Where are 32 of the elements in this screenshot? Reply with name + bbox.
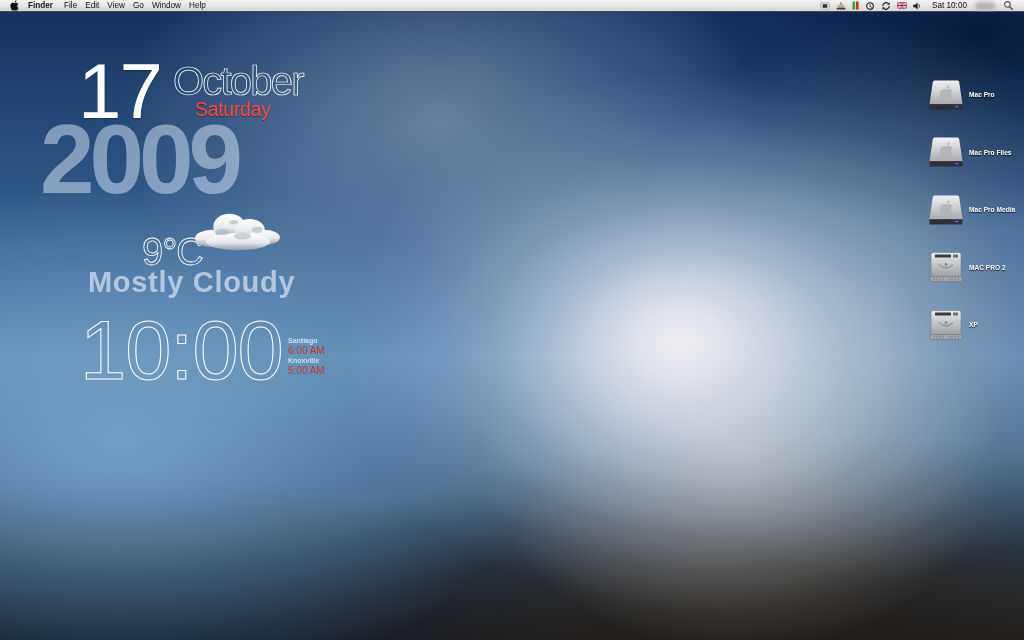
hard-drive-icon[interactable] xyxy=(929,309,963,340)
menu-item[interactable]: Help xyxy=(185,0,210,11)
drive-icon[interactable] xyxy=(929,194,963,225)
month-text: October xyxy=(173,65,303,97)
app-menu[interactable]: Finder xyxy=(24,0,58,11)
bar-meter-icon[interactable] xyxy=(851,1,859,10)
city-time: 6:00 AM xyxy=(288,345,325,356)
city-time: 5:00 AM xyxy=(288,365,325,376)
menu-clock[interactable]: Sat 10:00 xyxy=(925,0,967,11)
apple-icon[interactable] xyxy=(10,0,19,11)
search-icon[interactable] xyxy=(1004,1,1013,10)
menu-item[interactable]: View xyxy=(103,0,129,11)
temperature-text: 9°C xyxy=(142,238,203,267)
dome-icon[interactable] xyxy=(835,1,846,10)
screen-icon[interactable] xyxy=(819,1,830,10)
hard-drive-icon[interactable] xyxy=(929,252,963,282)
sync-icon[interactable] xyxy=(880,1,891,10)
flag-icon[interactable] xyxy=(896,2,907,9)
year-text: 2009 xyxy=(40,123,238,197)
day-number: 17 xyxy=(78,62,161,121)
clock-time: 10:00 xyxy=(80,309,283,392)
drive-icon[interactable] xyxy=(929,79,963,110)
menu-item[interactable]: Window xyxy=(147,0,185,11)
blurred-block xyxy=(975,1,995,10)
menu-item[interactable]: File xyxy=(60,0,82,11)
clock-icon[interactable] xyxy=(864,1,875,10)
drive-icon[interactable] xyxy=(929,137,963,167)
weekday-text: Saturday xyxy=(195,100,271,120)
menu-item[interactable]: Go xyxy=(128,0,148,11)
weather-condition-text: Mostly Cloudy xyxy=(88,269,296,296)
speaker-icon[interactable] xyxy=(912,1,920,10)
menu-item[interactable]: Edit xyxy=(81,0,104,11)
